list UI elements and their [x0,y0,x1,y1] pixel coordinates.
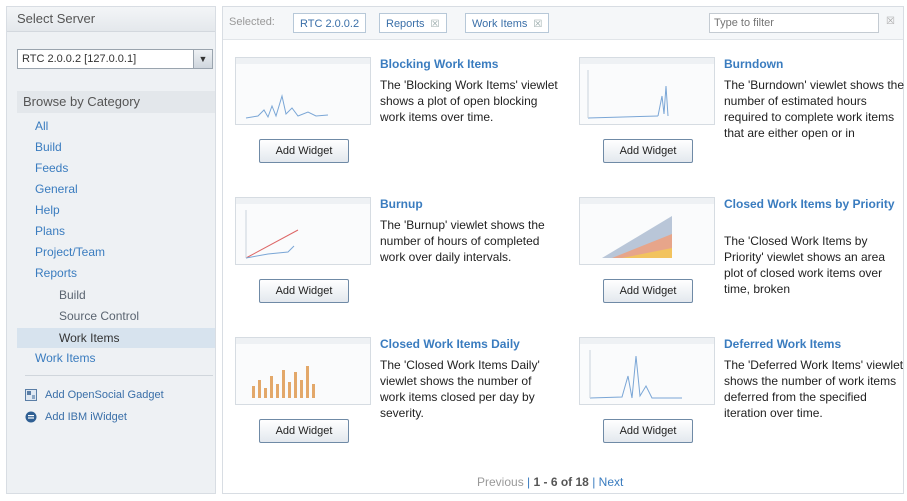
widget-card: Add Widget Deferred Work Items The 'Defe… [579,337,907,467]
category-work-items[interactable]: Work Items [35,351,95,365]
category-feeds[interactable]: Feeds [35,161,68,175]
widget-card: Add Widget Burnup The 'Burnup' viewlet s… [235,197,575,327]
widget-thumbnail [579,197,715,265]
chip-reports[interactable]: Reports ☒ [379,13,447,33]
filter-toolbar: Selected: RTC 2.0.0.2 Reports ☒ Work Item… [223,7,903,40]
server-select-value: RTC 2.0.0.2 [127.0.0.1] [22,53,137,65]
widget-title[interactable]: Burnup [380,197,570,212]
widget-description: The 'Closed Work Items Daily' viewlet sh… [380,358,540,420]
widget-description: The 'Closed Work Items by Priority' view… [724,234,886,296]
widget-card: Add Widget Closed Work Items Daily The '… [235,337,575,467]
category-reports-source-control[interactable]: Source Control [59,309,139,323]
chip-server-label: RTC 2.0.0.2 [300,18,360,30]
clear-filter-icon[interactable]: ☒ [886,16,895,27]
chip-reports-label: Reports [386,18,425,30]
widget-thumbnail [235,197,371,265]
widget-card: Add Widget Burndown The 'Burndown' viewl… [579,57,907,187]
filter-input[interactable] [709,13,879,33]
category-build[interactable]: Build [35,140,62,154]
pager-separator: | [592,475,596,489]
widget-catalog-dialog: Select Server RTC 2.0.0.2 [127.0.0.1] ▼ … [0,0,907,501]
category-plans[interactable]: Plans [35,224,65,238]
category-help[interactable]: Help [35,203,60,217]
add-opensocial-gadget-label: Add OpenSocial Gadget [45,389,164,401]
widget-description: The 'Deferred Work Items' viewlet shows … [724,358,904,420]
pagination: Previous | 1 - 6 of 18 | Next [477,475,623,489]
opensocial-gadget-icon [25,389,37,401]
add-widget-button[interactable]: Add Widget [259,279,349,303]
widget-description: The 'Burnup' viewlet shows the number of… [380,218,545,264]
sidebar: Select Server RTC 2.0.0.2 [127.0.0.1] ▼ … [6,6,216,494]
page-range: 1 - 6 of 18 [533,475,589,489]
widget-title[interactable]: Closed Work Items Daily [380,337,570,352]
widget-title[interactable]: Blocking Work Items [380,57,570,72]
widget-thumbnail [579,57,715,125]
chip-work-items[interactable]: Work Items ☒ [465,13,550,33]
add-widget-button[interactable]: Add Widget [259,139,349,163]
widget-card: Add Widget Blocking Work Items The 'Bloc… [235,57,575,187]
chip-work-items-label: Work Items [472,18,528,30]
sidebar-divider [25,375,213,376]
pager-separator: | [527,475,531,489]
add-widget-button[interactable]: Add Widget [603,139,693,163]
widget-thumbnail [579,337,715,405]
widget-thumbnail [235,57,371,125]
category-project-team[interactable]: Project/Team [35,245,105,259]
widget-title[interactable]: Deferred Work Items [724,337,907,352]
widget-title[interactable]: Closed Work Items by Priority [724,197,907,212]
server-select[interactable]: RTC 2.0.0.2 [127.0.0.1] ▼ [17,49,213,69]
close-icon[interactable]: ☒ [533,19,542,30]
widget-description: The 'Blocking Work Items' viewlet shows … [380,78,558,124]
category-reports-work-items[interactable]: Work Items [17,328,215,348]
widget-title[interactable]: Burndown [724,57,907,72]
widget-list-panel: Selected: RTC 2.0.0.2 Reports ☒ Work Item… [222,6,904,494]
add-ibm-iwidget-link[interactable]: Add IBM iWidget [25,411,127,423]
chevron-down-icon[interactable]: ▼ [193,50,212,68]
widget-description: The 'Burndown' viewlet shows the number … [724,78,904,140]
add-opensocial-gadget-link[interactable]: Add OpenSocial Gadget [25,389,164,401]
category-general[interactable]: General [35,182,78,196]
browse-by-category-header: Browse by Category [17,91,215,113]
category-reports-build[interactable]: Build [59,288,86,302]
add-widget-button[interactable]: Add Widget [259,419,349,443]
ibm-widget-icon [25,411,37,423]
add-ibm-iwidget-label: Add IBM iWidget [45,411,127,423]
category-reports[interactable]: Reports [35,266,77,280]
add-widget-button[interactable]: Add Widget [603,279,693,303]
widget-card: Add Widget Closed Work Items by Priority… [579,197,907,327]
select-server-header: Select Server [7,7,215,32]
previous-link[interactable]: Previous [477,475,524,489]
category-all[interactable]: All [35,119,48,133]
selected-label: Selected: [229,16,275,28]
chip-server[interactable]: RTC 2.0.0.2 [293,13,367,33]
add-widget-button[interactable]: Add Widget [603,419,693,443]
widget-thumbnail [235,337,371,405]
next-link[interactable]: Next [599,475,624,489]
close-icon[interactable]: ☒ [431,19,440,30]
